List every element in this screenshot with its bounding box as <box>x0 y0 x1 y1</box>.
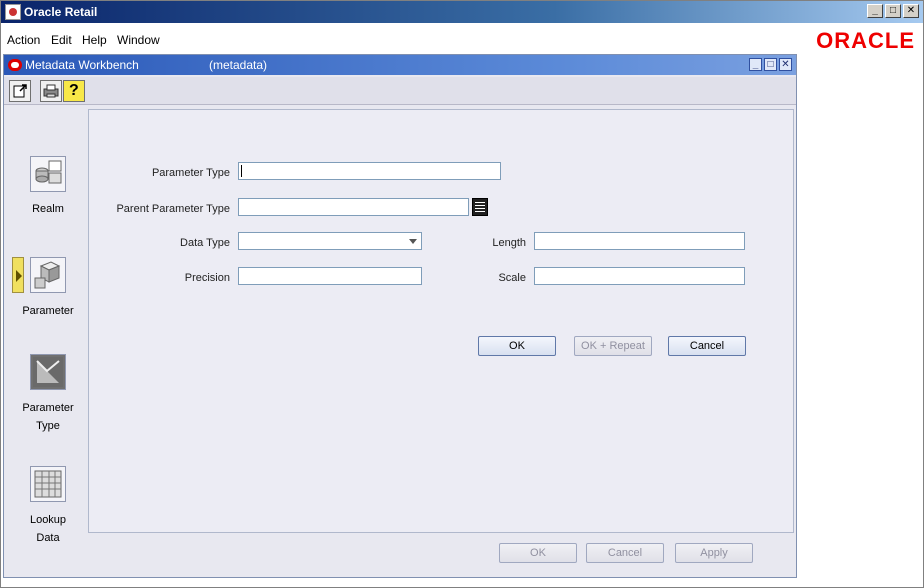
oracle-o-icon <box>8 59 22 71</box>
realm-icon <box>35 160 62 184</box>
nav-label-parameter[interactable]: Parameter <box>4 302 92 320</box>
oracle-retail-window: Oracle Retail _ □ ✕ Action Edit Help Win… <box>0 0 924 588</box>
list-of-values-button[interactable] <box>472 198 488 216</box>
footer-cancel-button[interactable]: Cancel <box>586 543 664 563</box>
length-input[interactable] <box>534 232 745 250</box>
footer-apply-button[interactable]: Apply <box>675 543 753 563</box>
workbench-title-bar: Metadata Workbench (metadata) _ □ ✕ <box>4 55 796 75</box>
parent-parameter-type-label: Parent Parameter Type <box>116 203 230 215</box>
nav-label-realm[interactable]: Realm <box>4 200 92 218</box>
workbench-context: (metadata) <box>209 58 268 72</box>
nav-label-parameter-type-1[interactable]: Parameter <box>4 399 92 417</box>
workbench-close-button[interactable]: ✕ <box>779 58 792 71</box>
parameter-nav-button[interactable] <box>30 257 66 293</box>
parameter-type-icon <box>33 357 63 387</box>
nav-label-parameter-type-2[interactable]: Type <box>4 417 92 435</box>
menu-bar: Action Edit Help Window ORACLE <box>1 25 923 53</box>
close-button[interactable]: ✕ <box>903 4 919 18</box>
nav-label-lookup-1[interactable]: Lookup <box>4 511 92 529</box>
parameter-type-nav-button[interactable] <box>30 354 66 390</box>
workbench-minimize-button[interactable]: _ <box>749 58 762 71</box>
length-label: Length <box>492 237 526 249</box>
data-type-select[interactable] <box>238 232 422 250</box>
workbench-maximize-button[interactable]: □ <box>764 58 777 71</box>
lookup-data-nav-button[interactable] <box>30 466 66 502</box>
metadata-workbench-window: Metadata Workbench (metadata) _ □ ✕ ? Re… <box>3 54 797 578</box>
chevron-down-icon <box>409 239 417 244</box>
data-type-label: Data Type <box>180 237 230 249</box>
maximize-button[interactable]: □ <box>885 4 901 18</box>
ok-button[interactable]: OK <box>478 336 556 356</box>
footer-ok-button[interactable]: OK <box>499 543 577 563</box>
print-button[interactable] <box>40 80 62 102</box>
scale-label: Scale <box>498 272 526 284</box>
scale-input[interactable] <box>534 267 745 285</box>
menu-action[interactable]: Action <box>7 33 40 47</box>
parameter-type-label: Parameter Type <box>151 167 230 179</box>
app-icon <box>5 4 21 20</box>
nav-label-lookup-2[interactable]: Data <box>4 529 92 547</box>
menu-window[interactable]: Window <box>117 33 160 47</box>
print-icon <box>43 84 59 98</box>
menu-edit[interactable]: Edit <box>51 33 72 47</box>
parameter-type-input[interactable] <box>238 162 501 180</box>
lookup-data-icon <box>34 470 62 498</box>
menu-help[interactable]: Help <box>82 33 107 47</box>
exit-button[interactable] <box>9 80 31 102</box>
precision-label: Precision <box>184 272 230 284</box>
precision-input[interactable] <box>238 267 422 285</box>
app-title: Oracle Retail <box>24 5 98 19</box>
text-cursor <box>241 165 242 177</box>
workbench-title: Metadata Workbench <box>25 58 139 72</box>
ok-repeat-button[interactable]: OK + Repeat <box>574 336 652 356</box>
minimize-button[interactable]: _ <box>867 4 883 18</box>
exit-icon <box>13 84 27 98</box>
active-indicator <box>12 257 24 293</box>
parent-parameter-type-input[interactable] <box>238 198 469 216</box>
help-button[interactable]: ? <box>63 80 85 102</box>
parameter-form-panel: Parameter Type Parent Parameter Type Dat… <box>88 109 794 533</box>
realm-nav-button[interactable] <box>30 156 66 192</box>
oracle-logo: ORACLE <box>816 28 915 53</box>
toolbar: ? <box>4 77 796 105</box>
help-icon: ? <box>69 82 79 99</box>
app-title-bar: Oracle Retail _ □ ✕ <box>1 1 923 23</box>
cancel-button[interactable]: Cancel <box>668 336 746 356</box>
parameter-icon <box>34 261 61 289</box>
